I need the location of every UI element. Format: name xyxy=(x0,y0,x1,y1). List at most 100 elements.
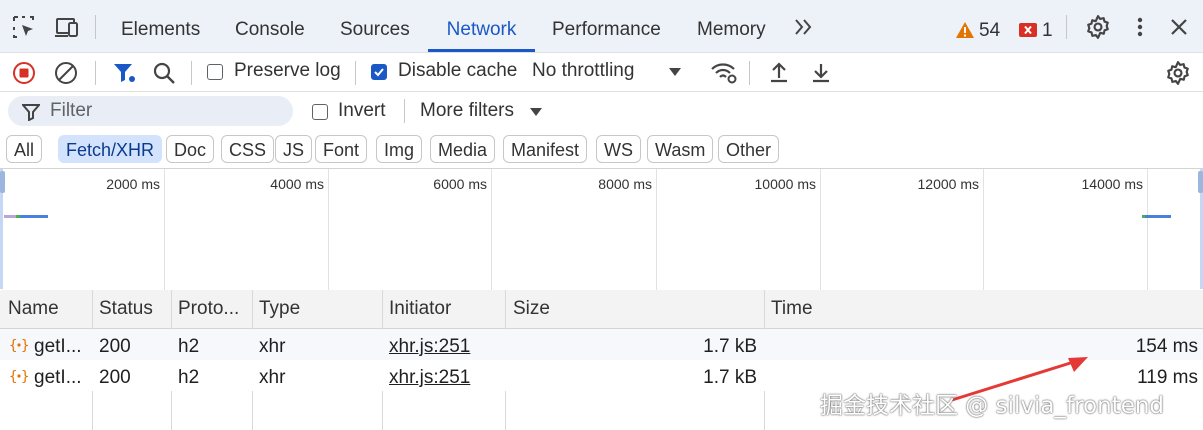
filter-chip-other[interactable]: Other xyxy=(718,135,780,163)
error-count[interactable]: 1 xyxy=(1042,20,1053,42)
more-filters-dropdown-icon[interactable] xyxy=(529,107,543,117)
tab-sources[interactable]: Sources xyxy=(340,0,410,52)
toolbar-divider xyxy=(95,61,96,85)
error-icon[interactable] xyxy=(1018,22,1038,38)
toolbar-divider xyxy=(191,61,192,85)
filter-chip-wasm[interactable]: Wasm xyxy=(647,135,714,163)
fetch-xhr-icon: { } xyxy=(9,336,29,354)
request-protocol: h2 xyxy=(178,336,200,357)
tab-network-label: Network xyxy=(446,19,517,40)
tab-network[interactable]: Network xyxy=(428,0,535,52)
svg-text:}: } xyxy=(21,369,29,385)
tab-memory[interactable]: Memory xyxy=(697,0,766,52)
timeline-gridline xyxy=(983,169,984,290)
request-size: 1.7 kB xyxy=(703,367,757,388)
timeline-request-bar xyxy=(4,215,16,218)
column-header-type[interactable]: Type xyxy=(259,298,300,320)
timeline-request-bar xyxy=(20,215,48,218)
filter-chip-manifest[interactable]: Manifest xyxy=(503,135,588,163)
request-initiator-link[interactable]: xhr.js:251 xyxy=(389,367,470,389)
filter-funnel-icon xyxy=(22,103,40,121)
toolbar-divider xyxy=(749,61,750,85)
filter-funnel-icon[interactable] xyxy=(112,62,136,84)
timeline-label: 6000 ms xyxy=(433,176,487,192)
timeline-label: 14000 ms xyxy=(1081,176,1143,192)
request-type: xhr xyxy=(259,367,286,388)
network-overview-timeline[interactable]: 2000 ms 4000 ms 6000 ms 8000 ms 10000 ms… xyxy=(0,168,1203,291)
invert-label[interactable]: Invert xyxy=(338,100,386,122)
inspect-element-icon[interactable] xyxy=(11,14,37,40)
invert-checkbox[interactable] xyxy=(312,104,328,120)
warning-count[interactable]: 54 xyxy=(979,20,1000,42)
tab-elements[interactable]: Elements xyxy=(121,0,200,52)
active-tab-indicator xyxy=(428,49,535,52)
import-har-upload-icon[interactable] xyxy=(767,61,791,85)
filter-chip-media[interactable]: Media xyxy=(430,135,496,163)
watermark-text: 掘金技术社区 @ silvia_frontend xyxy=(820,393,1165,419)
request-table-header: Name Status Proto... Type Initiator Size… xyxy=(0,290,1203,329)
request-status: 200 xyxy=(99,336,131,357)
timeline-drag-handle-right[interactable] xyxy=(1198,171,1203,193)
timeline-gridline xyxy=(491,169,492,290)
timeline-gridline xyxy=(820,169,821,290)
clear-icon[interactable] xyxy=(54,61,78,85)
column-header-time[interactable]: Time xyxy=(771,298,813,320)
request-type: xhr xyxy=(259,336,286,357)
more-tabs-chevron-icon[interactable] xyxy=(792,17,818,43)
more-options-kebab-icon[interactable] xyxy=(1127,14,1153,40)
column-header-status[interactable]: Status xyxy=(99,298,153,320)
throttling-dropdown-icon[interactable] xyxy=(668,67,682,77)
filter-chip-all[interactable]: All xyxy=(6,135,43,163)
filter-placeholder: Filter xyxy=(50,100,93,121)
timeline-label: 2000 ms xyxy=(106,176,160,192)
timeline-label: 8000 ms xyxy=(598,176,652,192)
disable-cache-label[interactable]: Disable cache xyxy=(398,60,517,82)
timeline-label: 10000 ms xyxy=(754,176,816,192)
request-status: 200 xyxy=(99,367,131,388)
request-name[interactable]: getI... xyxy=(34,367,82,389)
timeline-request-bar xyxy=(1145,215,1171,218)
settings-gear-icon[interactable] xyxy=(1085,14,1111,40)
preserve-log-label[interactable]: Preserve log xyxy=(234,60,341,82)
request-time: 154 ms xyxy=(1135,336,1198,357)
request-size: 1.7 kB xyxy=(703,336,757,357)
toolbar-divider xyxy=(404,99,405,123)
devtools-tab-bar: Elements Console Sources Network Perform… xyxy=(0,0,1203,53)
svg-text:{: { xyxy=(9,338,17,354)
filter-chip-js[interactable]: JS xyxy=(275,135,313,163)
filter-chip-font[interactable]: Font xyxy=(315,135,368,163)
filter-input[interactable]: Filter xyxy=(8,96,293,126)
filter-chip-css[interactable]: CSS xyxy=(221,135,275,163)
filter-chip-img[interactable]: Img xyxy=(376,135,423,163)
column-header-size[interactable]: Size xyxy=(513,298,550,320)
device-toolbar-icon[interactable] xyxy=(53,14,79,40)
throttling-select[interactable]: No throttling xyxy=(532,60,634,82)
timeline-label: 12000 ms xyxy=(917,176,979,192)
tab-console[interactable]: Console xyxy=(235,0,305,52)
tab-performance[interactable]: Performance xyxy=(552,0,661,52)
column-header-protocol[interactable]: Proto... xyxy=(178,298,239,320)
toolbar-divider xyxy=(355,61,356,85)
warning-icon[interactable] xyxy=(955,21,975,39)
search-icon[interactable] xyxy=(152,61,176,85)
export-har-download-icon[interactable] xyxy=(809,61,833,85)
more-filters-dropdown[interactable]: More filters xyxy=(420,100,514,122)
request-initiator-link[interactable]: xhr.js:251 xyxy=(389,336,470,358)
timeline-drag-handle-left[interactable] xyxy=(0,171,5,193)
column-header-initiator[interactable]: Initiator xyxy=(389,298,451,320)
filter-chip-fetch-xhr[interactable]: Fetch/XHR xyxy=(58,135,163,163)
filter-chip-ws[interactable]: WS xyxy=(596,135,641,163)
close-icon[interactable] xyxy=(1166,14,1192,40)
column-header-name[interactable]: Name xyxy=(8,298,59,320)
filter-chip-doc[interactable]: Doc xyxy=(166,135,215,163)
toolbar-divider xyxy=(1066,15,1067,39)
network-conditions-icon[interactable] xyxy=(710,61,738,85)
network-settings-gear-icon[interactable] xyxy=(1165,60,1191,86)
timeline-label: 4000 ms xyxy=(270,176,324,192)
stop-recording-icon[interactable] xyxy=(12,61,36,85)
svg-text:{: { xyxy=(9,369,17,385)
disable-cache-checkbox[interactable] xyxy=(371,64,387,80)
request-name[interactable]: getI... xyxy=(34,336,82,358)
preserve-log-checkbox[interactable] xyxy=(207,64,223,80)
timeline-gridline xyxy=(328,169,329,290)
